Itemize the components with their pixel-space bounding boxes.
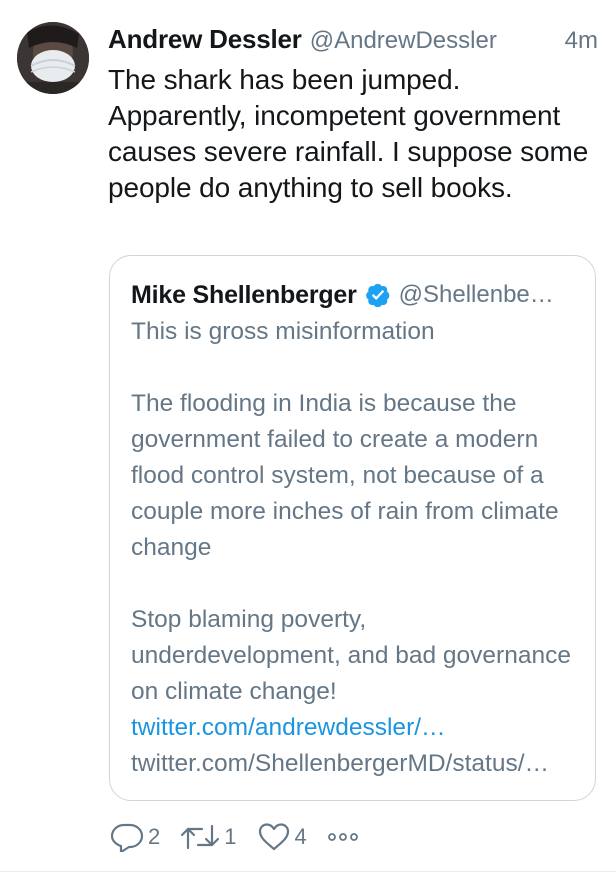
- quoted-tweet-header: Mike Shellenberger @Shellenbe…: [131, 280, 575, 310]
- tweet-text: The shark has been jumped. Apparently, i…: [108, 64, 589, 203]
- avatar[interactable]: [17, 22, 89, 94]
- quoted-link-shellenberger: twitter.com/ShellenbergerMD/status/…: [131, 750, 550, 777]
- retweet-icon: [181, 824, 220, 850]
- verified-badge-icon: [365, 282, 391, 308]
- quoted-link-dessler[interactable]: twitter.com/andrewdessler/…: [131, 710, 575, 746]
- more-icon: [327, 833, 358, 841]
- quoted-author-name: Mike Shellenberger: [131, 280, 357, 309]
- retweet-button[interactable]: 1: [180, 822, 237, 852]
- like-button[interactable]: 4: [257, 822, 307, 852]
- heart-icon: [258, 823, 289, 851]
- quoted-author-handle: @Shellenbe…: [398, 281, 554, 308]
- reply-icon: [110, 823, 144, 852]
- tweet[interactable]: Andrew Dessler @AndrewDessler 4m The sha…: [0, 0, 616, 874]
- author-handle[interactable]: @AndrewDessler: [310, 27, 497, 55]
- timestamp[interactable]: 4m: [565, 27, 598, 55]
- divider: [0, 871, 616, 872]
- tweet-actions: 2 1 4: [110, 822, 379, 852]
- like-count: 4: [294, 824, 307, 849]
- reply-count: 2: [148, 824, 161, 849]
- author-name[interactable]: Andrew Dessler: [108, 24, 302, 55]
- avatar-image: [17, 22, 89, 94]
- tweet-header: Andrew Dessler @AndrewDessler 4m: [108, 24, 598, 60]
- reply-button[interactable]: 2: [110, 822, 160, 852]
- retweet-count: 1: [224, 824, 237, 849]
- quoted-tweet[interactable]: Mike Shellenberger @Shellenbe… This is g…: [109, 255, 596, 801]
- tweet-content: Andrew Dessler @AndrewDessler 4m The sha…: [108, 24, 598, 206]
- quoted-paragraph: Stop blaming poverty, underdevelopment, …: [131, 606, 571, 705]
- quoted-paragraph: The flooding in India is because the gov…: [131, 390, 559, 561]
- more-button[interactable]: [327, 822, 359, 852]
- quoted-paragraph: This is gross misinformation: [131, 318, 435, 345]
- quoted-tweet-text: This is gross misinformation The floodin…: [131, 314, 575, 782]
